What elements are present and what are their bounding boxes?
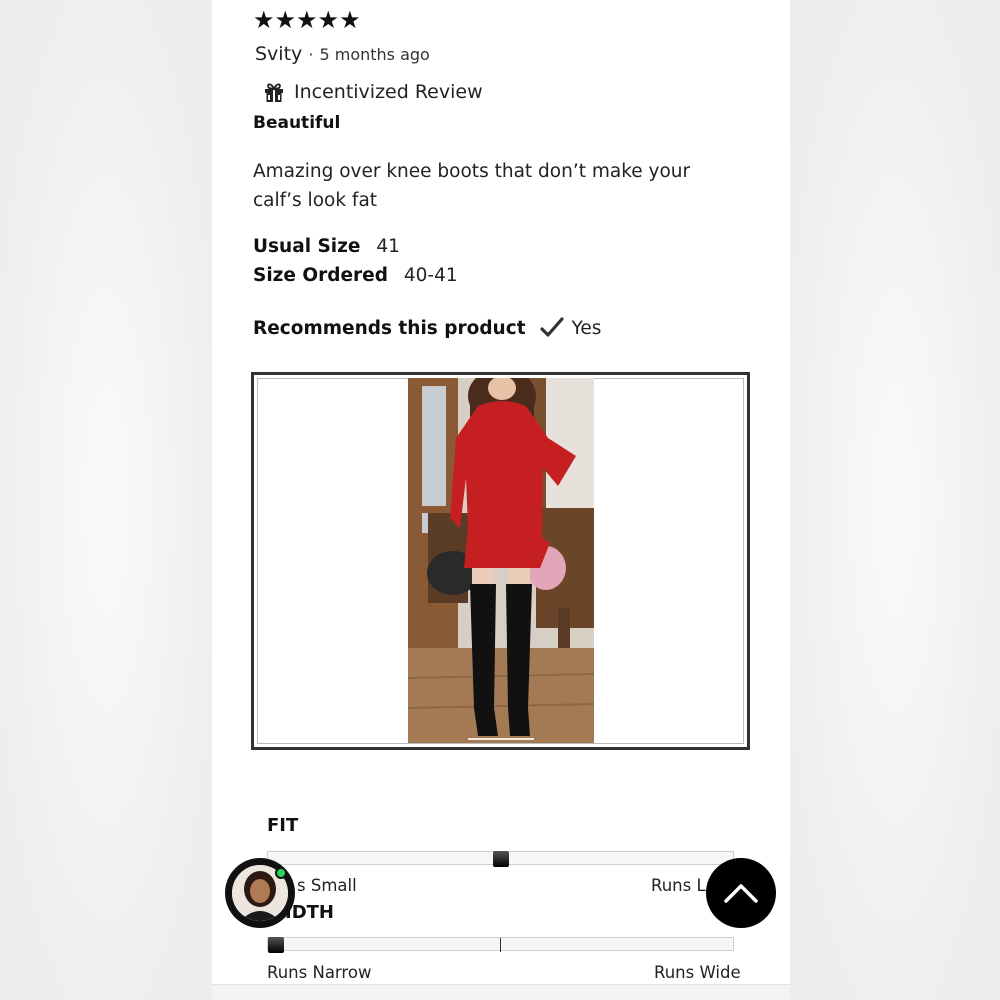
review-media[interactable] [251, 372, 750, 750]
gift-icon [265, 83, 283, 102]
review-body: Amazing over knee boots that don’t make … [253, 161, 691, 211]
incentivized-badge: Incentivized Review [262, 80, 483, 104]
usual-size-row: Usual Size 41 [253, 236, 400, 257]
recommends-label: Recommends this product [253, 317, 526, 339]
review-byline: Svity · 5 months ago [255, 43, 430, 65]
review-time: 5 months ago [319, 45, 430, 64]
fit-title: FIT [267, 815, 299, 836]
recommends-value: Yes [571, 317, 602, 339]
review-headline: Beautiful [253, 113, 341, 133]
online-status-dot [275, 867, 287, 879]
separator: · [308, 45, 314, 64]
bottom-bar [212, 984, 790, 1000]
background-left [0, 0, 212, 1000]
review-panel: ★★★★★ Svity · 5 months ago Incentivized … [212, 0, 790, 1000]
width-slider[interactable] [267, 937, 734, 953]
review-author: Svity [255, 43, 303, 65]
incentivized-label: Incentivized Review [294, 81, 483, 103]
star-rating: ★★★★★ [253, 6, 361, 34]
size-ordered-value: 40-41 [403, 265, 458, 286]
fit-slider-handle[interactable] [492, 851, 509, 867]
width-left-label: Runs Narrow [267, 963, 372, 982]
background-right [790, 0, 1000, 1000]
fit-left-label: s Small [297, 876, 357, 895]
photo-illustration [408, 378, 594, 743]
usual-size-value: 41 [376, 236, 400, 257]
chat-avatar-button[interactable] [225, 858, 295, 928]
check-icon [539, 317, 564, 337]
fit-slider[interactable] [267, 851, 734, 867]
usual-size-label: Usual Size [253, 236, 361, 257]
recommends-row: Recommends this product Yes [253, 316, 601, 340]
review-photo[interactable] [408, 378, 594, 743]
width-right-label: Runs Wide [654, 963, 741, 982]
width-slider-midpoint [500, 938, 501, 952]
scroll-to-top-button[interactable] [706, 858, 776, 928]
size-ordered-label: Size Ordered [253, 265, 388, 286]
chevron-up-icon [724, 884, 758, 903]
size-ordered-row: Size Ordered 40-41 [253, 265, 458, 286]
width-slider-handle[interactable] [268, 937, 284, 953]
